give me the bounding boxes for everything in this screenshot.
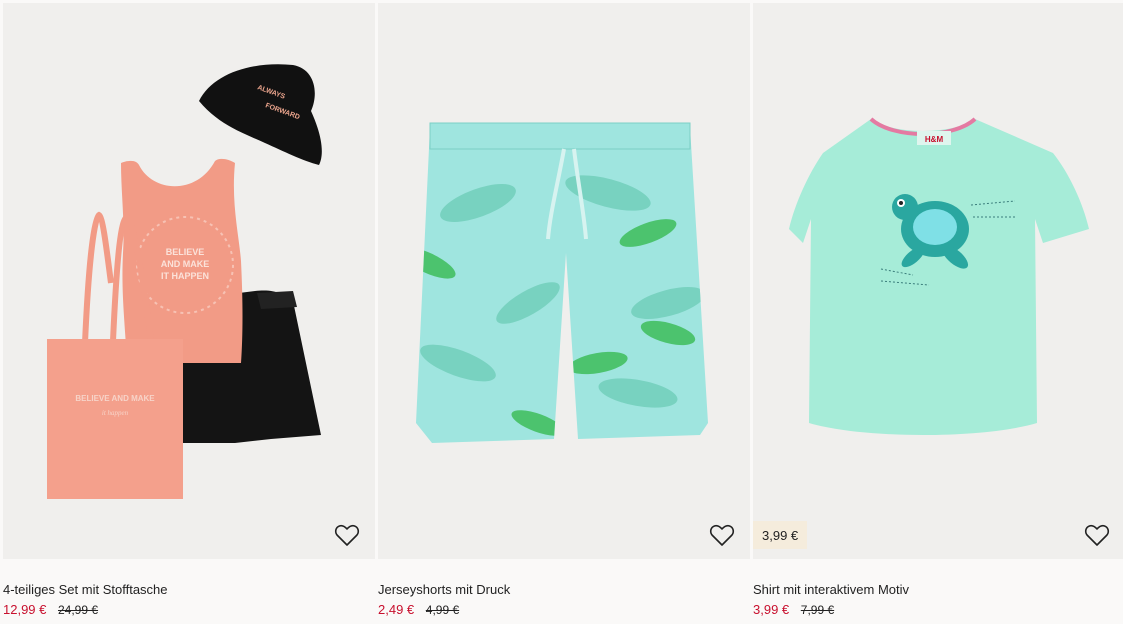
product-grid: ALWAYS FORWARD BELIEVE AND MAKE IT HAPPE… xyxy=(0,0,1123,624)
product-name[interactable]: 4-teiliges Set mit Stofftasche xyxy=(3,582,168,597)
product-prices: 12,99 € 24,99 € xyxy=(3,602,98,617)
svg-text:IT HAPPEN: IT HAPPEN xyxy=(161,271,209,281)
outfit-set-illustration: ALWAYS FORWARD BELIEVE AND MAKE IT HAPPE… xyxy=(47,64,322,499)
product-image[interactable]: H&M 3,99 € xyxy=(753,3,1123,559)
product-image[interactable]: ALWAYS FORWARD BELIEVE AND MAKE IT HAPPE… xyxy=(3,3,375,559)
tshirt-illustration: H&M xyxy=(789,117,1089,435)
heart-outline-icon xyxy=(1084,524,1110,546)
product-prices: 3,99 € 7,99 € xyxy=(753,602,834,617)
product-card[interactable]: Jerseyshorts mit Druck 2,49 € 4,99 € xyxy=(378,0,750,624)
favorite-button[interactable] xyxy=(1083,521,1111,549)
svg-text:it happen: it happen xyxy=(102,409,129,417)
svg-text:BELIEVE AND MAKE: BELIEVE AND MAKE xyxy=(75,394,155,403)
bucket-hat: ALWAYS FORWARD xyxy=(199,64,322,165)
original-price: 7,99 € xyxy=(800,603,835,617)
heart-outline-icon xyxy=(709,524,735,546)
svg-text:AND MAKE: AND MAKE xyxy=(161,259,210,269)
original-price: 4,99 € xyxy=(425,603,460,617)
product-card[interactable]: H&M 3,99 € Shirt mit interaktivem Motiv … xyxy=(753,0,1123,624)
product-name[interactable]: Jerseyshorts mit Druck xyxy=(378,582,510,597)
tshirt: H&M xyxy=(789,117,1089,435)
price-badge: 3,99 € xyxy=(753,521,808,549)
heart-outline-icon xyxy=(334,524,360,546)
svg-text:H&M: H&M xyxy=(925,135,944,144)
favorite-button[interactable] xyxy=(708,521,736,549)
shorts xyxy=(416,122,708,443)
product-card[interactable]: ALWAYS FORWARD BELIEVE AND MAKE IT HAPPE… xyxy=(3,0,375,624)
original-price: 24,99 € xyxy=(58,603,99,617)
favorite-button[interactable] xyxy=(333,521,361,549)
sale-price: 2,49 € xyxy=(378,602,415,617)
jersey-shorts-illustration xyxy=(416,122,708,443)
product-image[interactable] xyxy=(378,3,750,559)
sale-price: 3,99 € xyxy=(753,602,790,617)
product-name[interactable]: Shirt mit interaktivem Motiv xyxy=(753,582,909,597)
svg-text:BELIEVE: BELIEVE xyxy=(166,247,205,257)
sale-price: 12,99 € xyxy=(3,602,47,617)
product-prices: 2,49 € 4,99 € xyxy=(378,602,459,617)
